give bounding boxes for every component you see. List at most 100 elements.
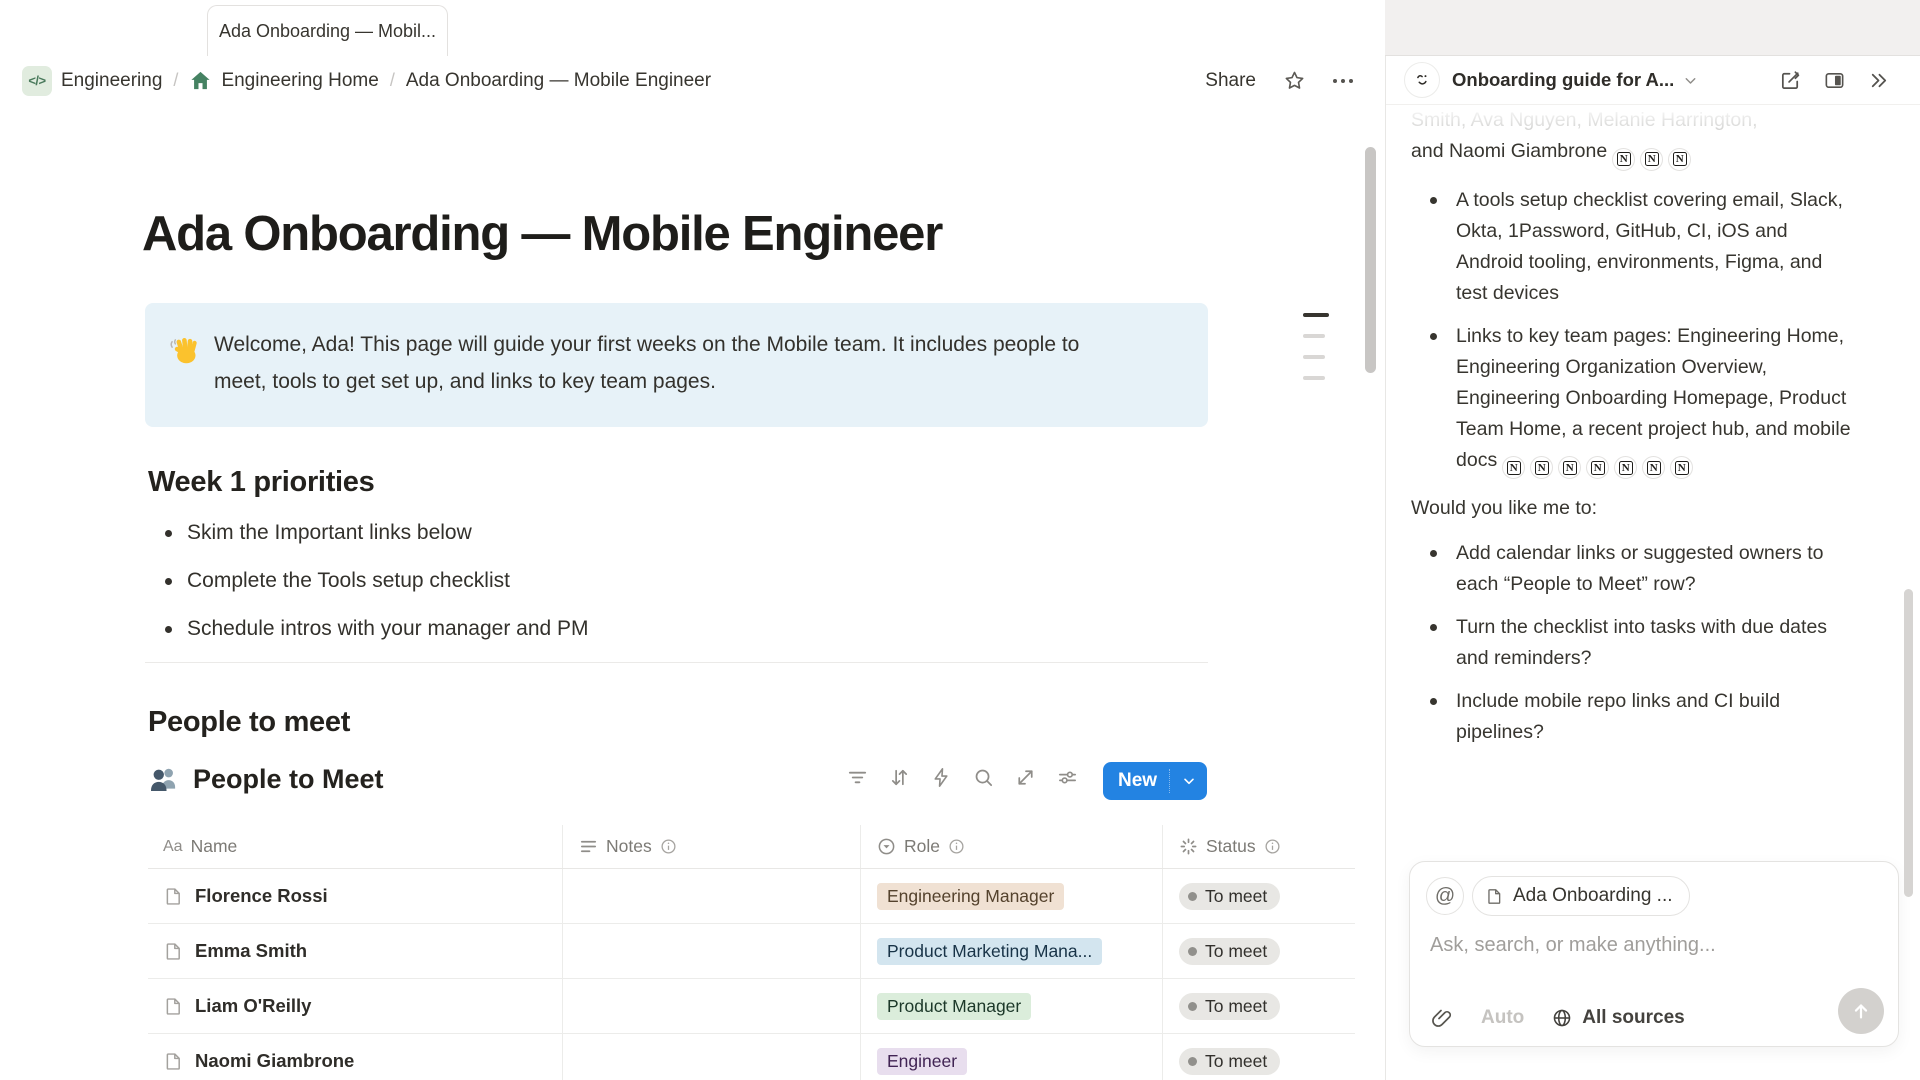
status-cell[interactable]: To meet <box>1163 869 1355 923</box>
notes-cell[interactable] <box>563 869 861 923</box>
select-property-icon <box>877 837 896 856</box>
row-title: Liam O'Reilly <box>195 995 311 1017</box>
role-cell[interactable]: Product Marketing Mana... <box>861 924 1163 978</box>
send-button[interactable] <box>1838 988 1884 1034</box>
ai-composer[interactable]: @ Ada Onboarding ... Auto All sources <box>1409 861 1899 1047</box>
notes-cell[interactable] <box>563 1034 861 1080</box>
expand-icon[interactable] <box>1014 766 1037 789</box>
column-header-status[interactable]: Status <box>1163 825 1355 868</box>
page-icon <box>163 996 184 1017</box>
column-header-name[interactable]: Aa Name <box>148 825 563 868</box>
panel-scrollbar[interactable] <box>1904 589 1913 897</box>
table-row[interactable]: Liam O'Reilly Product Manager To meet <box>148 979 1355 1034</box>
breadcrumb-parent[interactable]: Engineering Home <box>221 70 378 92</box>
share-button[interactable]: Share <box>1205 70 1256 92</box>
table-of-contents-indicator[interactable] <box>1303 313 1329 397</box>
list-item: Schedule intros with your manager and PM <box>148 605 589 653</box>
chevron-down-icon[interactable] <box>1682 72 1699 89</box>
breadcrumb-separator: / <box>171 70 180 91</box>
notes-property-icon <box>579 837 598 856</box>
role-cell[interactable]: Engineer <box>861 1034 1163 1080</box>
row-title: Emma Smith <box>195 940 307 962</box>
more-options-icon[interactable] <box>1333 79 1353 83</box>
notion-page-badge[interactable]: N <box>1614 456 1637 479</box>
new-record-button[interactable]: New <box>1103 762 1207 800</box>
status-chip[interactable]: To meet <box>1179 883 1280 910</box>
notion-page-badge[interactable]: N <box>1502 456 1525 479</box>
table-row[interactable]: Naomi Giambrone Engineer To meet <box>148 1034 1355 1080</box>
status-cell[interactable]: To meet <box>1163 1034 1355 1080</box>
notes-cell[interactable] <box>563 979 861 1033</box>
role-chip[interactable]: Engineering Manager <box>877 883 1064 910</box>
callout-text: Welcome, Ada! This page will guide your … <box>214 326 1094 400</box>
role-cell[interactable]: Engineering Manager <box>861 869 1163 923</box>
context-page-chip[interactable]: Ada Onboarding ... <box>1472 876 1690 916</box>
sort-icon[interactable] <box>888 766 911 789</box>
ai-chat-title[interactable]: Onboarding guide for A... <box>1452 69 1674 91</box>
role-chip[interactable]: Engineer <box>877 1048 967 1075</box>
database-toolbar <box>846 766 1079 789</box>
status-chip[interactable]: To meet <box>1179 1048 1280 1075</box>
workspace-icon[interactable]: </> <box>22 66 52 96</box>
active-tab[interactable]: Ada Onboarding — Mobil... <box>207 5 448 57</box>
list-item: Complete the Tools setup checklist <box>148 557 589 605</box>
notion-page-badge[interactable]: N <box>1640 148 1663 171</box>
breadcrumb-current[interactable]: Ada Onboarding — Mobile Engineer <box>406 70 711 92</box>
table-row[interactable]: Florence Rossi Engineering Manager To me… <box>148 869 1355 924</box>
row-title: Naomi Giambrone <box>195 1050 354 1072</box>
status-cell[interactable]: To meet <box>1163 924 1355 978</box>
status-cell[interactable]: To meet <box>1163 979 1355 1033</box>
notion-page-badge[interactable]: N <box>1642 456 1665 479</box>
notion-page-badge[interactable]: N <box>1586 456 1609 479</box>
ai-question: Would you like me to: <box>1411 493 1858 524</box>
database-title[interactable]: People to Meet <box>148 758 384 800</box>
name-cell[interactable]: Florence Rossi <box>148 869 563 923</box>
info-icon[interactable] <box>660 838 677 855</box>
new-button-dropdown[interactable] <box>1170 773 1207 789</box>
table-header-row: Aa Name Notes Role St <box>148 825 1355 869</box>
role-chip[interactable]: Product Marketing Mana... <box>877 938 1102 965</box>
filter-icon[interactable] <box>846 766 869 789</box>
role-chip[interactable]: Product Manager <box>877 993 1031 1020</box>
notion-page-badge[interactable]: N <box>1612 148 1635 171</box>
globe-icon <box>1551 1007 1573 1029</box>
collapse-panel-icon[interactable] <box>1867 69 1890 92</box>
database-title-text: People to Meet <box>193 764 384 795</box>
mention-chip[interactable]: @ <box>1426 877 1464 915</box>
info-icon[interactable] <box>948 838 965 855</box>
view-settings-icon[interactable] <box>1056 766 1079 789</box>
column-header-notes[interactable]: Notes <box>563 825 861 868</box>
column-header-role[interactable]: Role <box>861 825 1163 868</box>
row-title: Florence Rossi <box>195 885 328 907</box>
new-chat-compose-icon[interactable] <box>1779 69 1802 92</box>
page-icon <box>1485 887 1504 906</box>
info-icon[interactable] <box>1264 838 1281 855</box>
name-cell[interactable]: Naomi Giambrone <box>148 1034 563 1080</box>
table-row[interactable]: Emma Smith Product Marketing Mana... To … <box>148 924 1355 979</box>
tab-title: Ada Onboarding — Mobil... <box>219 21 436 42</box>
panel-layout-icon[interactable] <box>1823 69 1846 92</box>
search-icon[interactable] <box>972 766 995 789</box>
status-chip[interactable]: To meet <box>1179 993 1280 1020</box>
favorite-star-icon[interactable] <box>1283 69 1306 92</box>
name-cell[interactable]: Liam O'Reilly <box>148 979 563 1033</box>
people-heading: People to meet <box>148 706 350 739</box>
notion-page-badge[interactable]: N <box>1530 456 1553 479</box>
notes-cell[interactable] <box>563 924 861 978</box>
ai-chat-input[interactable] <box>1430 934 1870 992</box>
notion-page-badge[interactable]: N <box>1558 456 1581 479</box>
document-canvas: Ada Onboarding — Mobile Engineer <box>0 0 1385 1080</box>
role-cell[interactable]: Product Manager <box>861 979 1163 1033</box>
ai-bullet-list: A tools setup checklist covering email, … <box>1411 185 1858 480</box>
all-sources-button[interactable]: All sources <box>1551 1007 1684 1029</box>
main-scrollbar[interactable] <box>1365 147 1376 373</box>
table-body: Florence Rossi Engineering Manager To me… <box>148 869 1355 1080</box>
auto-mode-label[interactable]: Auto <box>1481 1007 1524 1029</box>
notion-page-badge[interactable]: N <box>1668 148 1691 171</box>
name-cell[interactable]: Emma Smith <box>148 924 563 978</box>
breadcrumb-workspace[interactable]: Engineering <box>61 70 162 92</box>
attachment-paperclip-icon[interactable] <box>1430 1006 1454 1030</box>
notion-page-badge[interactable]: N <box>1670 456 1693 479</box>
automation-bolt-icon[interactable] <box>930 766 953 789</box>
status-chip[interactable]: To meet <box>1179 938 1280 965</box>
